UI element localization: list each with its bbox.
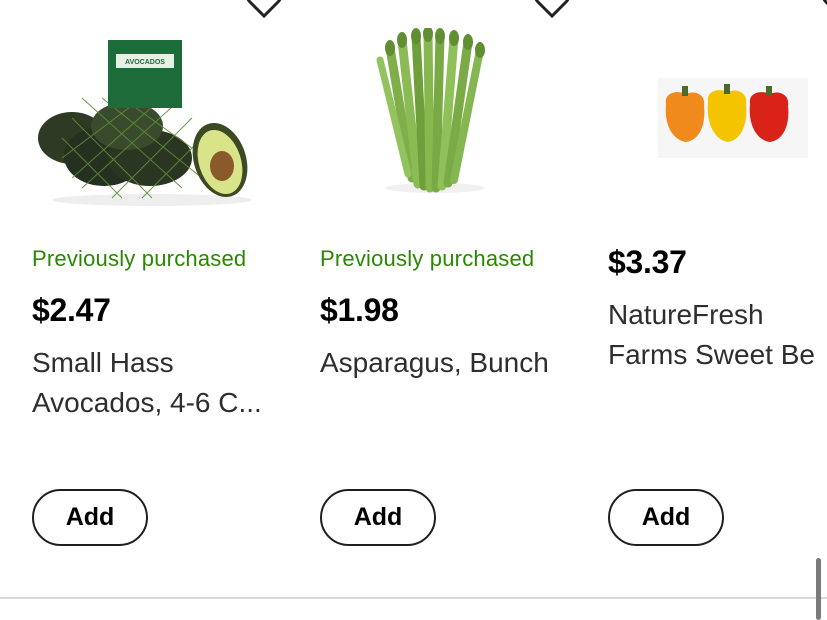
product-carousel: AVOCADOS Previously purchased $2.47 Smal… (0, 0, 827, 598)
product-card[interactable]: $3.37 NatureFresh Farms Sweet Be Add (608, 0, 827, 598)
add-to-cart-button[interactable]: Add (320, 489, 436, 546)
product-price: $3.37 (608, 244, 687, 280)
product-price: $2.47 (32, 292, 111, 328)
product-image-asparagus[interactable] (320, 28, 560, 208)
previously-purchased-flag: Previously purchased (32, 246, 247, 271)
product-title[interactable]: Asparagus, Bunch (320, 343, 580, 383)
previously-purchased-flag: Previously purchased (320, 246, 535, 271)
vertical-scrollbar[interactable] (816, 558, 821, 620)
product-card[interactable]: Previously purchased $1.98 Asparagus, Bu… (320, 0, 590, 598)
product-card[interactable]: AVOCADOS Previously purchased $2.47 Smal… (32, 0, 302, 598)
product-title[interactable]: NatureFresh Farms Sweet Be (608, 295, 827, 375)
heart-outline-icon[interactable] (818, 0, 827, 20)
product-image-avocados[interactable]: AVOCADOS (32, 28, 272, 208)
heart-outline-icon[interactable] (530, 0, 574, 20)
bag-label: AVOCADOS (125, 59, 165, 66)
heart-outline-icon[interactable] (242, 0, 286, 20)
add-to-cart-button[interactable]: Add (608, 489, 724, 546)
product-image-peppers[interactable] (608, 28, 827, 208)
add-to-cart-button[interactable]: Add (32, 489, 148, 546)
section-divider (0, 597, 827, 599)
product-title[interactable]: Small Hass Avocados, 4-6 C... (32, 343, 292, 423)
product-price: $1.98 (320, 292, 399, 328)
